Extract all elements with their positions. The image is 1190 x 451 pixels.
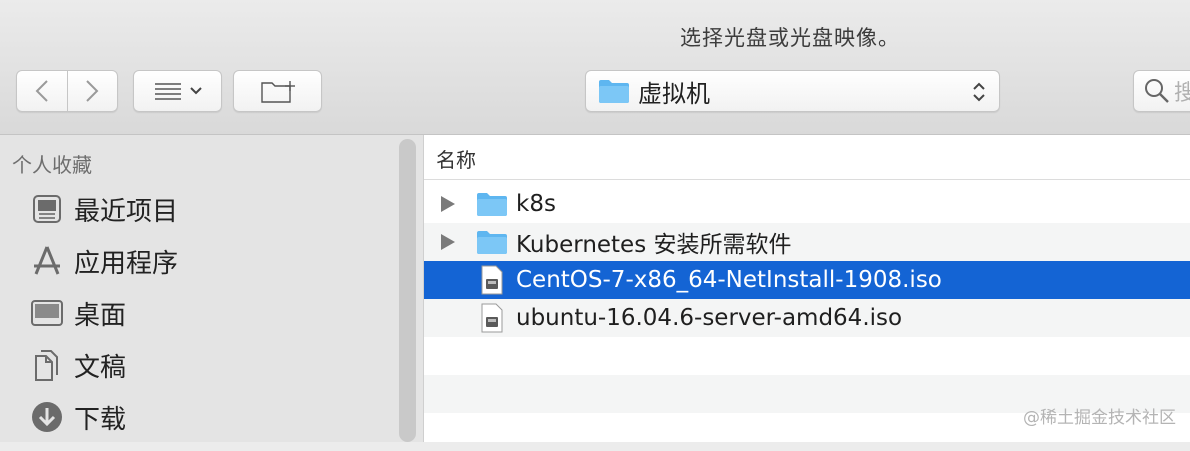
folder-icon: [472, 229, 512, 255]
column-header-name[interactable]: 名称: [424, 135, 1190, 180]
list-view-icon: [154, 83, 181, 100]
list-item[interactable]: CentOS-7-x86_64-NetInstall-1908.iso: [424, 261, 1190, 299]
location-label: 虚拟机: [638, 79, 710, 108]
file-name: k8s: [516, 191, 556, 217]
search-icon: [1145, 79, 1169, 103]
chevron-down-icon: [189, 87, 202, 95]
sidebar: 个人收藏 最近项目 应用程序 桌面 文稿 下载: [0, 135, 424, 442]
sidebar-item-label: 桌面: [74, 300, 127, 331]
view-options-button[interactable]: [133, 70, 222, 112]
sidebar-item-downloads[interactable]: 下载: [28, 395, 126, 439]
list-item[interactable]: ubuntu-16.04.6-server-amd64.iso: [424, 299, 1190, 337]
disclosure-triangle[interactable]: [424, 233, 472, 251]
list-item[interactable]: k8s: [424, 185, 1190, 223]
sidebar-item-label: 最近项目: [74, 196, 179, 227]
new-folder-button[interactable]: [233, 70, 322, 112]
empty-row: [424, 337, 1190, 375]
sidebar-item-label: 下载: [74, 404, 127, 435]
sidebar-item-label: 应用程序: [74, 248, 179, 279]
disk-image-icon: [472, 265, 512, 295]
column-header-label: 名称: [436, 148, 476, 172]
triangle-right-icon: [441, 234, 455, 250]
recents-icon: [28, 190, 66, 228]
sidebar-item-desktop[interactable]: 桌面: [28, 291, 126, 335]
triangle-right-icon: [441, 196, 455, 212]
documents-icon: [28, 346, 66, 384]
chevron-right-icon: [86, 80, 99, 102]
folder-icon: [599, 80, 629, 103]
file-name: ubuntu-16.04.6-server-amd64.iso: [516, 305, 903, 331]
desktop-icon: [28, 294, 66, 332]
sidebar-item-documents[interactable]: 文稿: [28, 343, 126, 387]
sidebar-item-applications[interactable]: 应用程序: [28, 239, 178, 283]
applications-icon: [28, 242, 66, 280]
folder-icon: [472, 191, 512, 217]
sidebar-item-recents[interactable]: 最近项目: [28, 187, 178, 231]
disk-image-icon: [472, 303, 512, 333]
new-folder-icon: [260, 81, 295, 103]
toolbar: 选择光盘或光盘映像。 虚拟机 搜: [0, 0, 1190, 135]
file-name: CentOS-7-x86_64-NetInstall-1908.iso: [516, 267, 942, 293]
downloads-icon: [28, 398, 66, 436]
file-list: 名称 k8s Kubernetes 安装所需软件 CentOS-7-x86_64…: [424, 135, 1190, 442]
watermark: @稀土掘金技术社区: [1023, 408, 1176, 428]
sidebar-item-label: 文稿: [74, 352, 127, 383]
disclosure-triangle[interactable]: [424, 195, 472, 213]
navigation-buttons: [16, 70, 118, 112]
sidebar-section-favorites: 个人收藏: [12, 153, 92, 177]
sidebar-scrollbar[interactable]: [399, 139, 416, 442]
list-item[interactable]: Kubernetes 安装所需软件: [424, 223, 1190, 261]
search-placeholder: 搜: [1174, 81, 1190, 106]
window-title: 选择光盘或光盘映像。: [680, 26, 900, 50]
forward-button[interactable]: [66, 71, 118, 111]
back-button[interactable]: [17, 71, 67, 111]
location-popup[interactable]: 虚拟机: [585, 70, 1000, 112]
up-down-arrows-icon: [973, 82, 985, 102]
chevron-left-icon: [35, 80, 48, 102]
search-field[interactable]: 搜: [1133, 70, 1190, 112]
file-name: Kubernetes 安装所需软件: [516, 232, 792, 258]
